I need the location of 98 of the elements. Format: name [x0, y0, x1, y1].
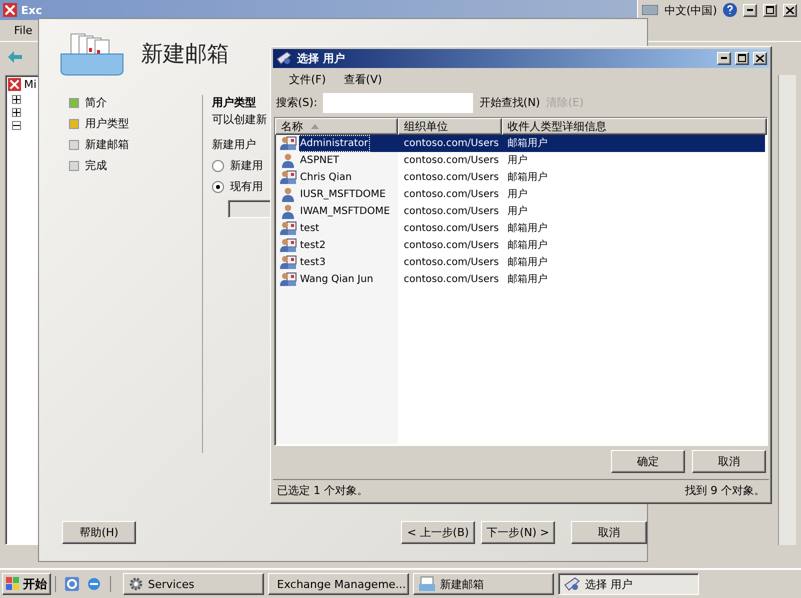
app-launch-icon[interactable]: [64, 576, 80, 592]
table-cell-text: 邮箱用户: [508, 136, 548, 150]
table-cell[interactable]: Chris Qian: [299, 170, 353, 185]
radio-label[interactable]: 新建用: [230, 158, 263, 173]
step-label: 用户类型: [85, 116, 129, 131]
search-field[interactable]: [323, 92, 474, 113]
windows-flag-icon: [6, 577, 20, 591]
table-cell-text: 邮箱用户: [508, 170, 548, 184]
table-cell[interactable]: ASPNET: [299, 152, 340, 168]
table-cell[interactable]: IUSR_MSFTDOME: [299, 186, 387, 202]
status-text: 已选定 1 个对象。: [277, 483, 368, 498]
table-cell-text: 用户: [508, 188, 528, 202]
window-title: Exc: [21, 4, 42, 16]
search-label: 搜索(S):: [276, 95, 318, 110]
table-cell: contoso.com/Users: [404, 172, 499, 183]
table-cell: contoso.com/Users: [404, 154, 499, 166]
step-label: 新建邮箱: [85, 137, 129, 152]
step-label: 完成: [85, 158, 107, 173]
description-text: 可以创建新: [212, 112, 267, 127]
exchange-logo-icon: [3, 3, 17, 17]
close-button[interactable]: [783, 4, 797, 16]
mail-tray-icon: [59, 32, 125, 76]
tree-item[interactable]: Mi: [24, 78, 37, 91]
next-button[interactable]: 下一步(N) >: [481, 520, 555, 544]
user-icon: [279, 186, 297, 202]
gear-icon: [128, 576, 144, 592]
maximize-button[interactable]: [735, 52, 749, 65]
table-cell-text: 邮箱用户: [508, 256, 548, 270]
column-header[interactable]: 收件人类型详细信息: [502, 118, 767, 135]
close-button[interactable]: [753, 52, 767, 65]
minimize-button[interactable]: [743, 4, 757, 16]
start-button[interactable]: 开始: [2, 573, 51, 595]
table-cell[interactable]: test2: [299, 238, 327, 253]
table-cell: contoso.com/Users: [404, 206, 499, 217]
expand-toggle-icon[interactable]: [12, 95, 21, 104]
ok-button[interactable]: 确定: [611, 450, 685, 474]
taskbar-button[interactable]: Exchange Manageme...: [268, 573, 409, 595]
menu-item[interactable]: 查看(V): [340, 70, 386, 90]
help-button[interactable]: 帮助(H): [62, 520, 136, 544]
table-cell: contoso.com/Users: [404, 138, 499, 149]
table-cell: contoso.com/Users: [404, 256, 499, 268]
maximize-button[interactable]: [763, 4, 777, 16]
menu-item[interactable]: 文件(F): [285, 70, 330, 90]
table-cell[interactable]: IWAM_MSFTDOME: [299, 204, 391, 219]
radio-label[interactable]: 现有用: [230, 179, 263, 194]
maximize-icon: [766, 6, 774, 14]
status-text: 找到 9 个对象。: [685, 483, 765, 498]
table-cell: contoso.com/Users: [404, 222, 499, 234]
mailbox-user-icon: [279, 272, 297, 287]
column-header[interactable]: 组织单位: [398, 118, 502, 135]
radio-button[interactable]: [212, 180, 224, 192]
section-heading: 用户类型: [212, 95, 256, 110]
table-cell: contoso.com/Users: [404, 240, 499, 251]
find-link[interactable]: 开始查找(N): [479, 95, 540, 110]
dialog-title: 选择 用户: [297, 50, 346, 66]
table-cell-text: 邮箱用户: [508, 272, 548, 286]
menu-item[interactable]: File: [10, 22, 36, 39]
help-icon[interactable]: [723, 3, 737, 17]
user-icon: [279, 152, 297, 168]
table-cell-text: 邮箱用户: [508, 222, 548, 236]
minimize-button[interactable]: [717, 52, 731, 65]
close-icon: [786, 6, 794, 14]
table-cell[interactable]: Wang Qian Jun: [299, 272, 374, 287]
column-label: 收件人类型详细信息: [508, 118, 607, 134]
table-cell[interactable]: test3: [299, 254, 327, 270]
taskbar-button[interactable]: Services: [123, 573, 264, 595]
mailbox-user-icon: [279, 254, 297, 270]
mailbox-user-icon: [279, 170, 297, 185]
mailbox-user-icon: [279, 220, 297, 236]
table-cell-text: 用户: [508, 204, 528, 218]
group-label: 新建用户: [212, 137, 256, 152]
taskbar-button[interactable]: 选择 用户: [558, 573, 699, 595]
table-cell: contoso.com/Users: [404, 188, 499, 200]
cancel-button[interactable]: 取消: [571, 520, 647, 544]
language-label[interactable]: 中文(中国): [664, 2, 717, 18]
table-cell[interactable]: test: [299, 220, 320, 236]
mailbox-user-icon: [279, 238, 297, 253]
column-label: 组织单位: [404, 118, 448, 134]
taskbar-button[interactable]: 新建邮箱: [413, 573, 554, 595]
minimize-icon: [747, 9, 753, 11]
table-cell: contoso.com/Users: [404, 274, 499, 285]
maximize-icon: [738, 54, 746, 62]
wizard-title: 新建邮箱: [141, 41, 229, 69]
back-button[interactable]: < 上一步(B): [401, 520, 475, 544]
radio-button[interactable]: [212, 160, 224, 172]
expand-toggle-icon[interactable]: [12, 121, 21, 130]
cancel-button[interactable]: 取消: [692, 450, 766, 474]
exchange-logo-icon: [8, 78, 21, 91]
mail-tray-icon: [418, 576, 436, 592]
table-cell-text: 邮箱用户: [508, 238, 548, 252]
column-label: 名称: [281, 118, 303, 134]
expand-toggle-icon[interactable]: [12, 108, 21, 117]
close-icon: [756, 54, 764, 62]
table-cell-text: 用户: [508, 154, 528, 168]
user-icon: [279, 204, 297, 219]
column-header[interactable]: 名称: [275, 118, 398, 135]
minimize-icon: [721, 57, 727, 60]
step-label: 简介: [85, 95, 107, 110]
